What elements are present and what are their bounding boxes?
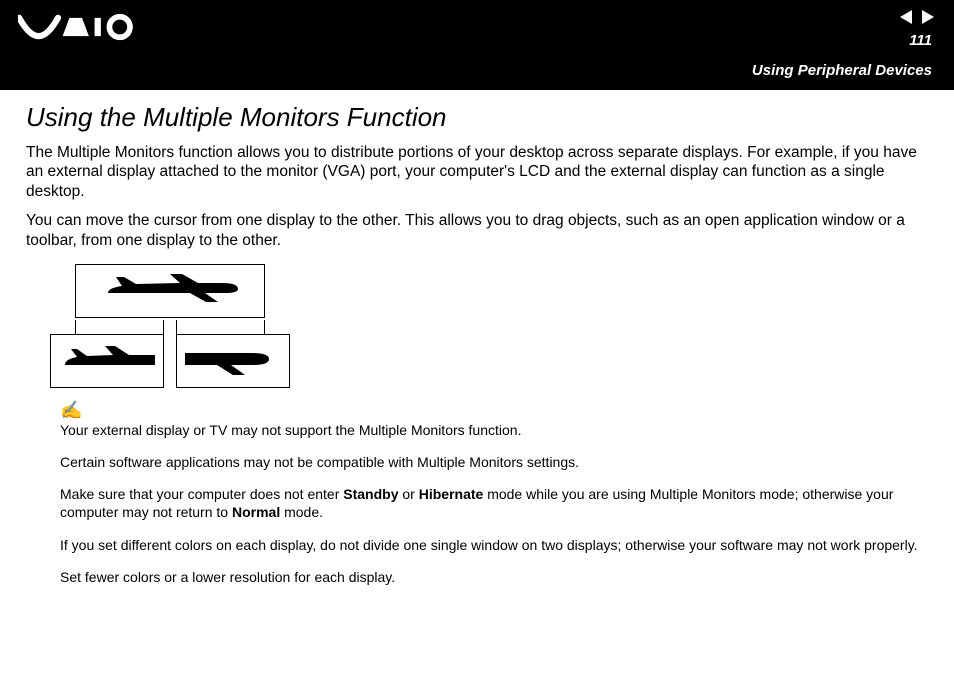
note-icon: ✍ bbox=[60, 400, 928, 421]
nav-arrows bbox=[900, 10, 934, 24]
hibernate-label: Hibernate bbox=[419, 486, 484, 502]
multi-monitor-diagram bbox=[50, 264, 290, 388]
notes-block: ✍ Your external display or TV may not su… bbox=[60, 400, 928, 586]
page-content: Using the Multiple Monitors Function The… bbox=[0, 90, 954, 586]
airplane-icon bbox=[90, 271, 250, 311]
intro-paragraph-2: You can move the cursor from one display… bbox=[26, 211, 928, 250]
airplane-right-icon bbox=[183, 341, 283, 381]
diagram-bottom-right-monitor bbox=[176, 334, 290, 388]
note-3-text-b: or bbox=[399, 486, 419, 502]
vaio-logo bbox=[18, 12, 138, 42]
note-4: If you set different colors on each disp… bbox=[60, 536, 928, 554]
page-number: 111 bbox=[909, 32, 932, 49]
intro-paragraph-1: The Multiple Monitors function allows yo… bbox=[26, 143, 928, 201]
note-3-text-a: Make sure that your computer does not en… bbox=[60, 486, 343, 502]
prev-page-button[interactable] bbox=[900, 10, 912, 24]
page-title: Using the Multiple Monitors Function bbox=[26, 102, 928, 133]
next-page-button[interactable] bbox=[922, 10, 934, 24]
note-5: Set fewer colors or a lower resolution f… bbox=[60, 568, 928, 586]
section-link[interactable]: Using Peripheral Devices bbox=[752, 62, 932, 79]
note-1: Your external display or TV may not supp… bbox=[60, 421, 928, 439]
standby-label: Standby bbox=[343, 486, 398, 502]
normal-label: Normal bbox=[232, 504, 280, 520]
diagram-bottom-left-monitor bbox=[50, 334, 164, 388]
document-header: 111 Using Peripheral Devices bbox=[0, 0, 954, 90]
note-3: Make sure that your computer does not en… bbox=[60, 485, 928, 521]
note-3-text-d: mode. bbox=[280, 504, 323, 520]
diagram-top-monitor bbox=[75, 264, 265, 318]
airplane-left-icon bbox=[57, 341, 157, 381]
note-2: Certain software applications may not be… bbox=[60, 453, 928, 471]
